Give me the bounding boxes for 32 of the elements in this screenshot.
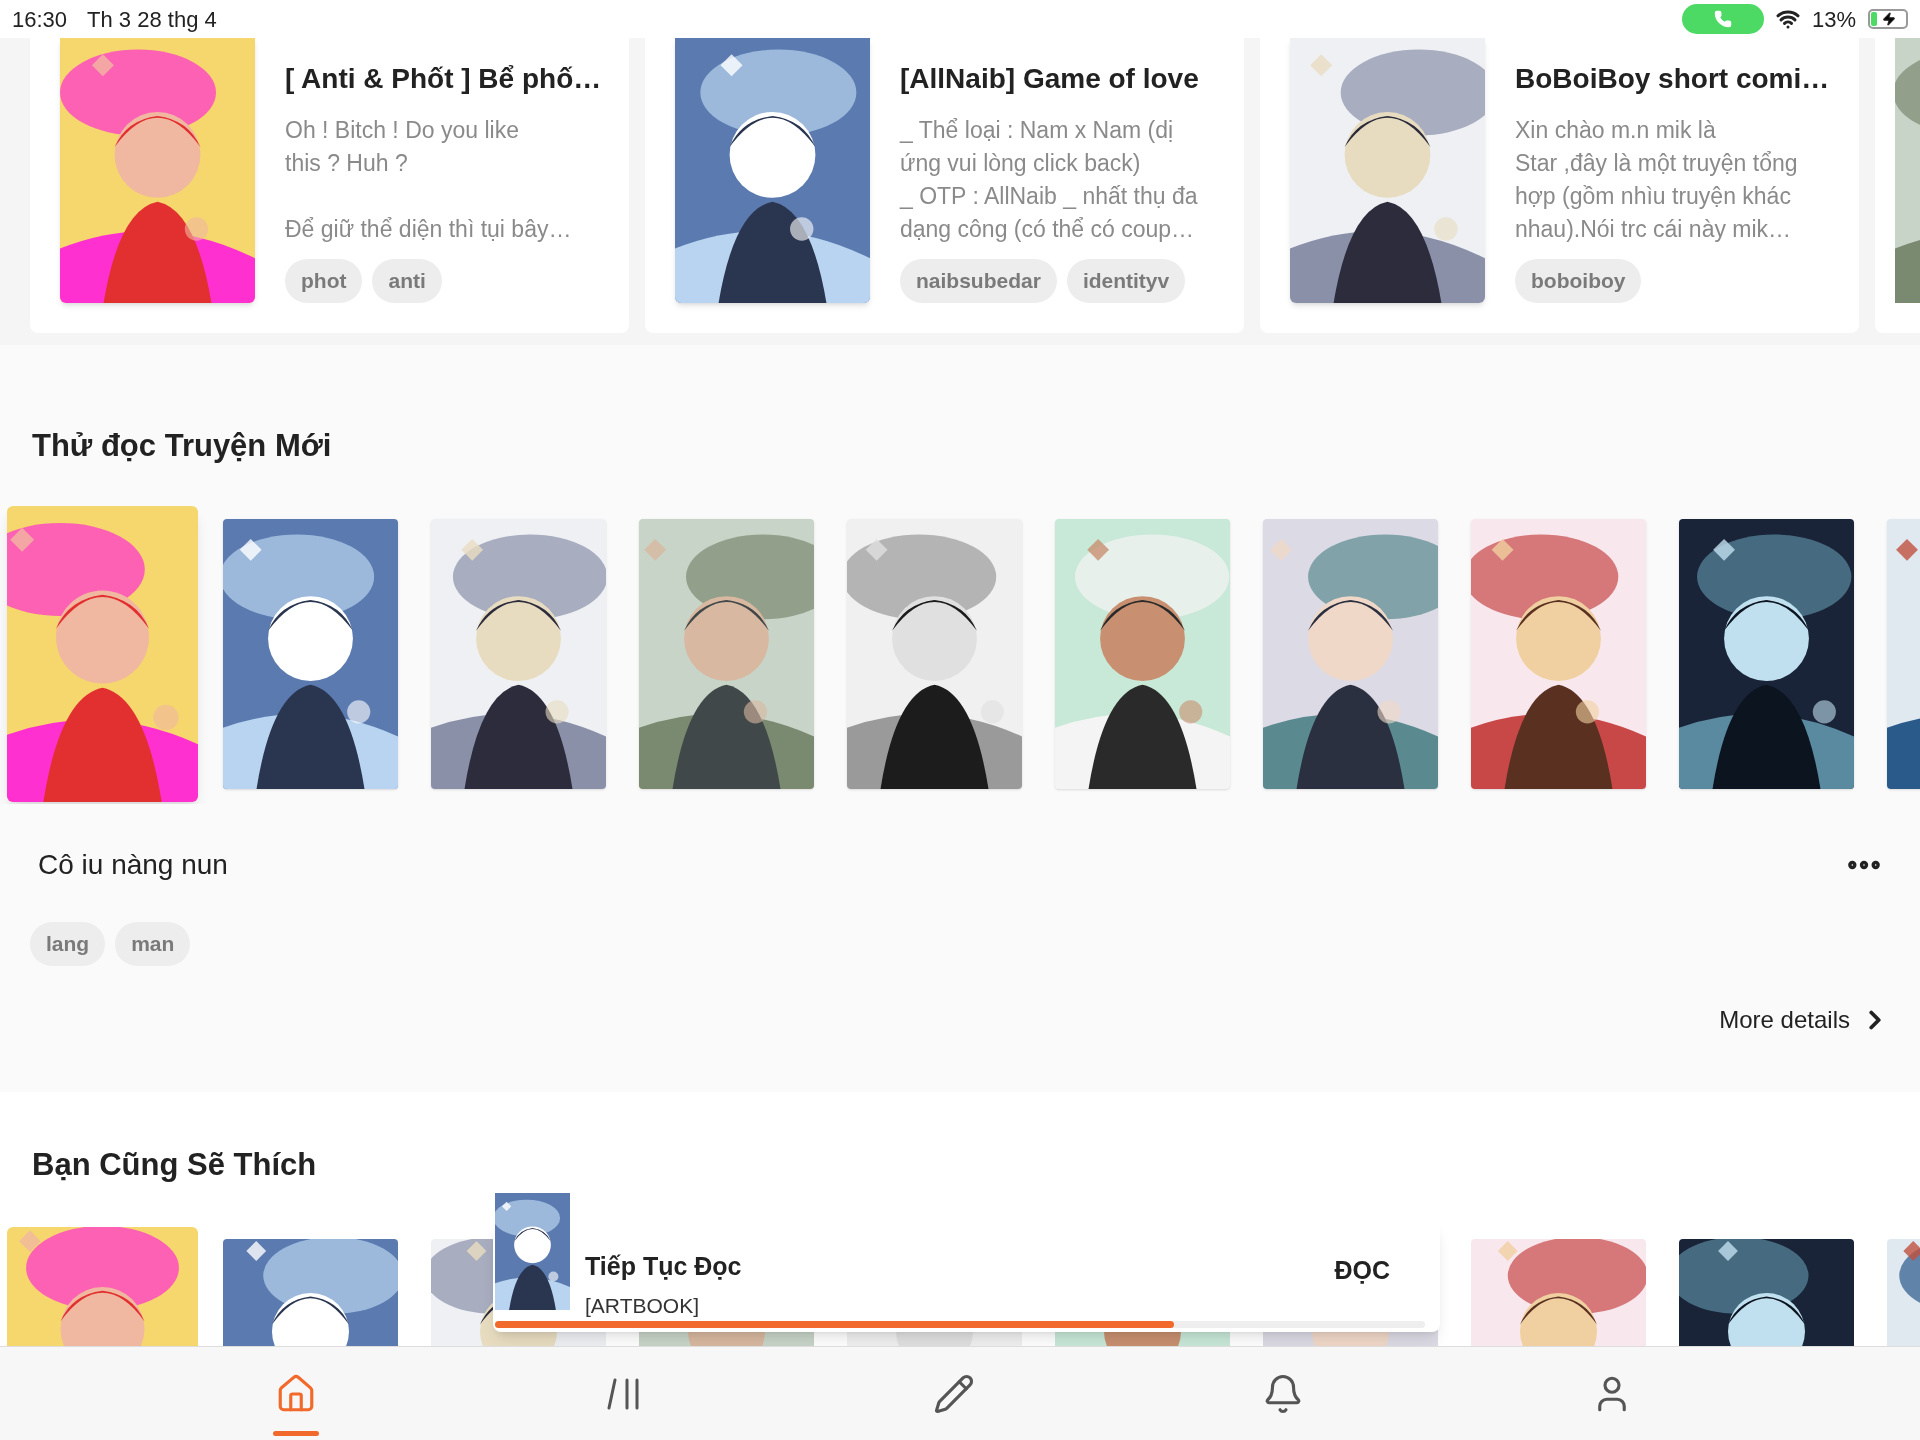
story-title: [AllNaib] Game of love	[900, 62, 1199, 96]
story-description: Để giữ thể diện thì tụi bây…	[285, 215, 573, 244]
call-pill[interactable]	[1681, 4, 1764, 34]
chapter-title: [ARTBOOK]	[585, 1292, 700, 1319]
tag[interactable]: lang	[30, 921, 106, 966]
tag[interactable]: phot	[285, 259, 363, 303]
battery-percent: 13%	[1811, 5, 1856, 34]
section-heading: Thử đọc Truyện Mới	[31, 427, 333, 465]
story-card[interactable]: BoBoiBoy short comi… Xin chào m.n mik là Star ,đây là một truyện tổng hợp (gồm nhìu truyện khác nhau).Nói trc cái này mik… boboiboy	[1260, 38, 1859, 333]
more-details-link[interactable]: More details	[1719, 1001, 1890, 1038]
story-card[interactable]	[1875, 38, 1920, 333]
phone-icon	[1713, 10, 1732, 28]
status-time: 16:30	[12, 5, 68, 34]
tag[interactable]: anti	[372, 259, 442, 303]
tag[interactable]: man	[115, 921, 191, 966]
story-title: BoBoiBoy short comi…	[1515, 62, 1829, 96]
tag[interactable]: identityv	[1066, 259, 1186, 303]
story-card[interactable]: [AllNaib] Game of love _ Thể loại : Nam x Nam (dị ứng vui lòng click back) _ OTP : AllNaib _ nhất thụ đa dạng công (có thể có coup… naibsubedar identityv	[645, 38, 1244, 333]
section-heading: Bạn Cũng Sẽ Thích	[31, 1146, 318, 1184]
story-title: [ Anti & Phốt ] Bể phố…	[285, 62, 599, 96]
story-description: _ Thể loại : Nam x Nam (dị ứng vui lòng click back) _ OTP : AllNaib _ nhất thụ đa dạng công (có thể có coup…	[900, 116, 1199, 244]
status-date: Th 3 28 thg 4	[87, 5, 217, 34]
story-card[interactable]: [ Anti & Phốt ] Bể phố… Oh ! Bitch ! Do you like this ? Huh ? Để giữ thể diện thì tụi bây… phot anti	[30, 38, 629, 333]
battery-icon	[1868, 9, 1908, 29]
story-title: Cô iu nàng nun	[38, 847, 228, 882]
tag[interactable]: naibsubedar	[900, 259, 1057, 303]
continue-title: Tiếp Tục Đọc	[585, 1251, 742, 1282]
story-description: Xin chào m.n mik là Star ,đây là một truyện tổng hợp (gồm nhìu truyện khác nhau).Nói trc cái này mik…	[1515, 116, 1799, 244]
story-description: Oh ! Bitch ! Do you like this ? Huh ?	[285, 116, 520, 178]
tag[interactable]: boboiboy	[1515, 259, 1642, 303]
read-button[interactable]: ĐỌC	[1334, 1252, 1390, 1290]
pencil-icon	[933, 1372, 975, 1415]
